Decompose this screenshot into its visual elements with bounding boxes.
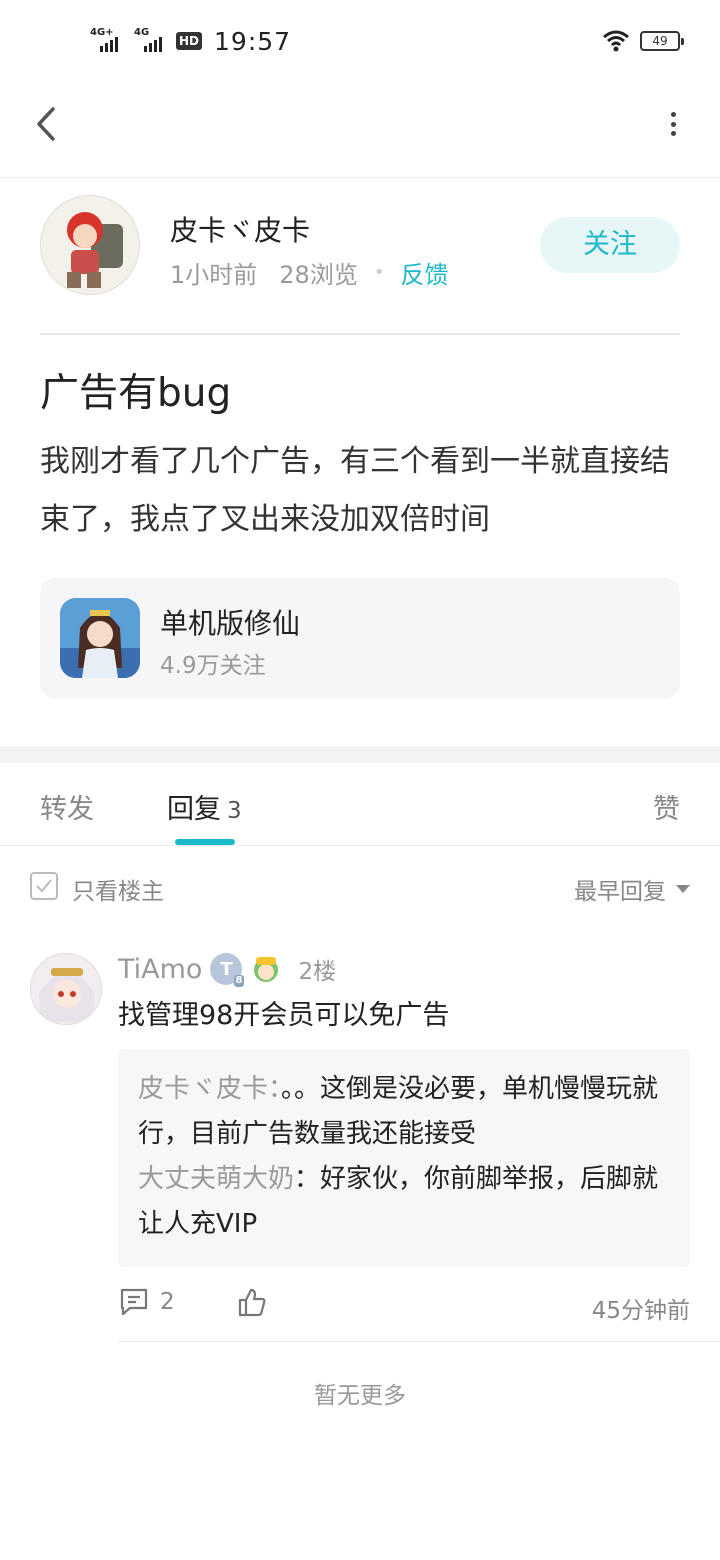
hd-voice-icon: HD xyxy=(176,32,203,50)
sort-dropdown[interactable]: 最早回复 xyxy=(574,872,690,906)
no-more-label: 暂无更多 xyxy=(314,1383,406,1409)
reply-text: 找管理98开会员可以免广告 xyxy=(118,1000,450,1031)
divider xyxy=(40,333,680,335)
post-meta: 1小时前 28浏览 • 反馈 xyxy=(170,255,448,290)
reply-avatar[interactable] xyxy=(30,953,102,1025)
post-author-row: 皮卡ヾ皮卡 1小时前 28浏览 • 反馈 关注 xyxy=(40,195,680,295)
comment-icon xyxy=(120,1288,148,1316)
sort-label: 最早回复 xyxy=(574,879,666,905)
sub-reply-user[interactable]: 皮卡ヾ皮卡 xyxy=(138,1074,268,1104)
sub-reply: 大丈夫萌大奶：好家伙，你前脚举报，后脚就让人充VIP xyxy=(138,1157,670,1247)
sub-reply: 皮卡ヾ皮卡：。。这倒是没必要，单机慢慢玩就行，目前广告数量我还能接受 xyxy=(138,1067,670,1157)
sub-reply-sep: ： xyxy=(268,1074,282,1104)
back-button[interactable] xyxy=(28,104,64,144)
game-followers: 4.9万关注 xyxy=(160,653,266,679)
post-title: 广告有bug xyxy=(40,371,232,416)
post-content: 我刚才看了几个广告，有三个看到一半就直接结束了，我点了叉出来没加双倍时间 xyxy=(40,444,670,537)
badge-level: 8 xyxy=(233,975,245,987)
medal-icon xyxy=(254,957,279,982)
reply-header: TiAmo T 8 2楼 xyxy=(118,949,336,989)
meta-separator: • xyxy=(373,262,385,283)
comment-button[interactable]: 2 xyxy=(118,1287,175,1317)
top-nav-bar xyxy=(0,80,720,178)
hd-label: HD xyxy=(176,32,203,50)
divider xyxy=(118,1341,720,1342)
chevron-left-icon xyxy=(37,107,55,141)
game-artwork xyxy=(60,598,140,678)
reply-time: 45分钟前 xyxy=(591,1298,690,1324)
sub-replies[interactable]: 皮卡ヾ皮卡：。。这倒是没必要，单机慢慢玩就行，目前广告数量我还能接受 大丈夫萌大… xyxy=(118,1049,690,1267)
game-card[interactable]: 单机版修仙 4.9万关注 xyxy=(40,578,680,698)
check-icon xyxy=(36,879,52,893)
status-right: 49 xyxy=(602,26,684,56)
avatar-illustration xyxy=(31,954,101,1024)
filter-row: 只看楼主 最早回复 xyxy=(0,862,720,912)
tab-bar: 转发 回复 3 赞 xyxy=(0,763,720,846)
tab-reply-count: 3 xyxy=(227,798,242,824)
avatar-illustration xyxy=(41,196,139,294)
status-left: 4G+ 4G HD 19:57 xyxy=(88,24,291,58)
sub-reply-user[interactable]: 大丈夫萌大奶 xyxy=(138,1164,294,1194)
battery-icon: 49 xyxy=(640,31,684,51)
more-options-button[interactable] xyxy=(666,106,680,142)
only-host-label[interactable]: 只看楼主 xyxy=(72,872,164,906)
cell-signal-icon: 4G xyxy=(132,28,168,54)
tab-like[interactable]: 赞 xyxy=(653,787,680,826)
cell-signal-icon: 4G+ xyxy=(88,28,124,54)
post-category-link[interactable]: 反馈 xyxy=(400,255,448,290)
author-name[interactable]: 皮卡ヾ皮卡 xyxy=(170,209,310,249)
section-gap xyxy=(0,746,720,763)
post-time: 1小时前 xyxy=(170,261,258,289)
game-icon xyxy=(60,598,140,678)
thumbs-up-icon xyxy=(238,1288,266,1317)
tab-reply-label: 回复 xyxy=(167,794,221,825)
only-host-checkbox[interactable] xyxy=(30,872,58,900)
badge-letter: T xyxy=(220,958,233,980)
like-button[interactable] xyxy=(236,1287,268,1319)
clock: 19:57 xyxy=(214,26,292,56)
comment-count: 2 xyxy=(160,1289,175,1315)
status-bar: 4G+ 4G HD 19:57 49 xyxy=(0,0,720,80)
reply-actions: 2 45分钟前 xyxy=(118,1285,690,1325)
tab-indicator xyxy=(175,839,235,845)
author-avatar[interactable] xyxy=(40,195,140,295)
reply-floor: 2楼 xyxy=(298,959,337,985)
level-badge-icon: T 8 xyxy=(210,953,245,987)
wifi-icon xyxy=(603,30,629,52)
follow-button[interactable]: 关注 xyxy=(540,217,680,273)
tab-reply[interactable]: 回复 3 xyxy=(167,787,242,826)
reply-username[interactable]: TiAmo xyxy=(118,954,202,985)
post-views: 28浏览 xyxy=(279,261,358,289)
sub-reply-sep: ： xyxy=(294,1164,321,1194)
caret-down-icon xyxy=(676,885,690,893)
tab-forward[interactable]: 转发 xyxy=(40,787,94,826)
game-name: 单机版修仙 xyxy=(160,607,301,640)
more-vertical-icon xyxy=(670,112,676,117)
